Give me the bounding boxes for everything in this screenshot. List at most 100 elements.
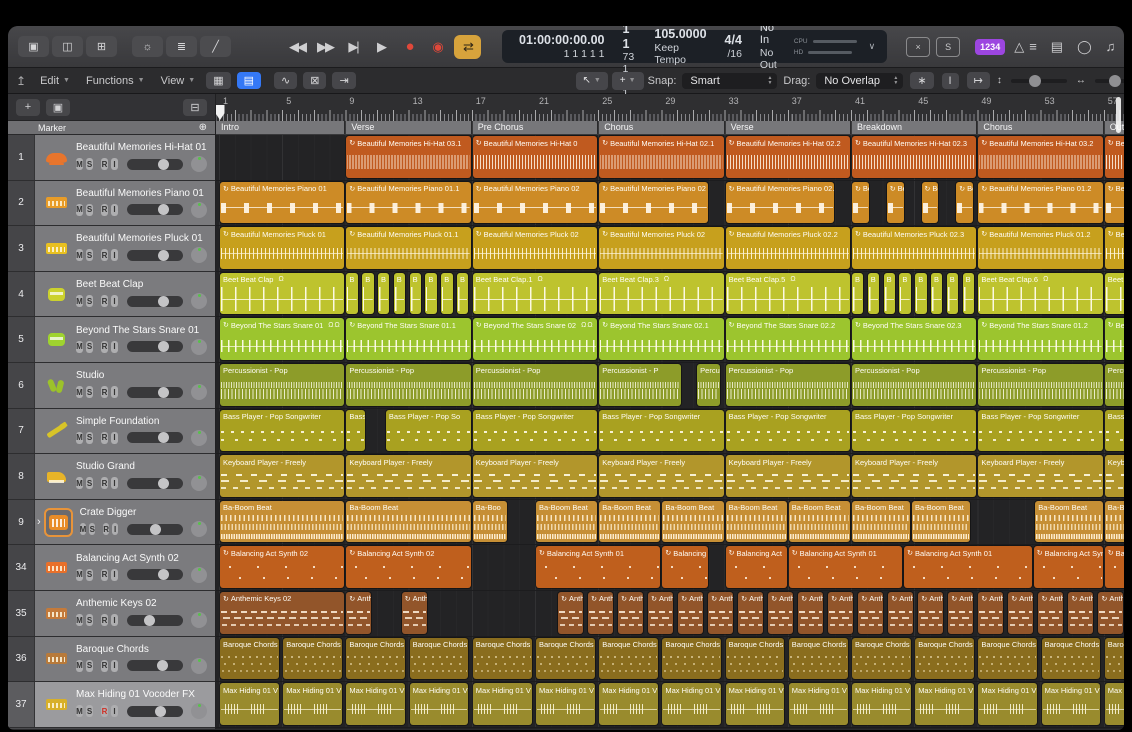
- bar-ruler[interactable]: 159131721252933374145495357: [216, 94, 1124, 122]
- region[interactable]: Keyboard Player - Freely: [852, 455, 976, 497]
- track-lane-1[interactable]: ↻Beautiful Memories Hi-Hat 03.1↻Beautifu…: [216, 135, 1124, 181]
- input-monitor-button[interactable]: I: [112, 523, 118, 535]
- track-name[interactable]: Max Hiding 01 Vocoder FX: [76, 689, 207, 700]
- region[interactable]: ↻Anthe: [888, 592, 913, 634]
- region[interactable]: B: [963, 273, 974, 315]
- region[interactable]: ↻Anthe: [948, 592, 973, 634]
- track-header-9[interactable]: 9›Crate DiggerMSRI: [8, 500, 215, 546]
- notepad-button[interactable]: ▤: [1051, 39, 1063, 55]
- forward-button[interactable]: ▶▶: [314, 35, 336, 59]
- track-lane-37[interactable]: Max Hiding 01 V Max Hiding 01 V Max Hiding…: [216, 682, 1124, 728]
- region[interactable]: B: [425, 273, 436, 315]
- track-header-config-button[interactable]: ⊟: [183, 99, 207, 116]
- region[interactable]: ↻Anthe: [768, 592, 793, 634]
- record-enable-button[interactable]: R: [103, 523, 109, 535]
- volume-knob[interactable]: [158, 387, 169, 398]
- region[interactable]: ↻Beyond The Stars Snare 02.1: [599, 318, 723, 360]
- region[interactable]: Beet Beat Clap.1Ω: [473, 273, 597, 315]
- region[interactable]: ↻Anthe: [978, 592, 1003, 634]
- input-monitor-button[interactable]: I: [111, 204, 118, 216]
- region[interactable]: ↻Beautiful Memories Piano 01.2: [978, 182, 1102, 224]
- region[interactable]: ↻Anthe: [558, 592, 583, 634]
- region[interactable]: ↻Beautiful Memories Piano 02: [599, 182, 708, 224]
- track-header-1[interactable]: 1Beautiful Memories Hi-Hat 01MSRI: [8, 135, 215, 181]
- region[interactable]: Beet Beat Clap.3Ω: [599, 273, 723, 315]
- track-name[interactable]: Beet Beat Clap: [76, 279, 207, 290]
- secondary-tool-menu[interactable]: +▼: [612, 72, 644, 90]
- solo-button[interactable]: S: [86, 249, 93, 261]
- track-lane-34[interactable]: ↻Balancing Act Synth 02↻Balancing Act Sy…: [216, 545, 1124, 591]
- record-enable-button[interactable]: R: [101, 569, 108, 581]
- region[interactable]: B: [899, 273, 910, 315]
- region[interactable]: Baroque Chords: [346, 638, 405, 680]
- volume-slider[interactable]: [127, 296, 183, 307]
- region[interactable]: Ba-Boom Beat: [1105, 501, 1124, 543]
- region[interactable]: ↻Anthe: [798, 592, 823, 634]
- region[interactable]: Percuss: [697, 364, 720, 406]
- region[interactable]: Ba-Boom Beat: [662, 501, 723, 543]
- region[interactable]: Beet Beat ClapΩ: [220, 273, 344, 315]
- region[interactable]: ↻Anthemic Keys 02: [220, 592, 344, 634]
- lcd-display[interactable]: 01:00:00:00.00 1 1 1 1 1 65 1 1 1 73 1 1…: [502, 30, 887, 63]
- count-in-button[interactable]: 1234: [975, 39, 1005, 55]
- track-lane-2[interactable]: ↻Beautiful Memories Piano 01 ↻Beautiful M…: [216, 181, 1124, 227]
- track-header-4[interactable]: 4Beet Beat ClapMSRI: [8, 272, 215, 318]
- marker-pre-chorus[interactable]: Pre Chorus: [473, 121, 598, 134]
- region[interactable]: Ba-Boom Beat: [599, 501, 660, 543]
- volume-knob[interactable]: [157, 660, 168, 671]
- marker-outtro[interactable]: Outtro: [1105, 121, 1124, 134]
- region[interactable]: ↻Be: [887, 182, 904, 224]
- editors-button[interactable]: ╱: [200, 36, 231, 57]
- cycle-button[interactable]: ⇄: [454, 35, 481, 59]
- catch-playhead-button[interactable]: ⇥: [332, 72, 355, 89]
- region[interactable]: ↻Beyond The Stars Snare 01ΩΩ: [220, 318, 344, 360]
- marker-global-track[interactable]: Marker ⊕: [8, 121, 215, 135]
- track-name[interactable]: Studio: [76, 370, 207, 381]
- input-monitor-button[interactable]: I: [111, 341, 118, 353]
- region[interactable]: Max Hiding 01 V: [915, 683, 974, 725]
- apple-loops-button[interactable]: ◯: [1077, 39, 1092, 55]
- region[interactable]: B: [852, 273, 863, 315]
- record-enable-button[interactable]: R: [101, 204, 108, 216]
- region[interactable]: ↻Anthe: [738, 592, 763, 634]
- region[interactable]: Max Hiding 01 V: [473, 683, 532, 725]
- region[interactable]: ↻Beau: [1105, 227, 1124, 269]
- region[interactable]: ↻Beautiful Memories Piano 01: [220, 182, 344, 224]
- track-header-36[interactable]: 36Baroque ChordsMSRI: [8, 637, 215, 683]
- flex-button[interactable]: ⊠: [303, 72, 326, 89]
- mute-button[interactable]: M: [76, 705, 83, 717]
- track-lane-8[interactable]: Keyboard Player - FreelyKeyboard Player …: [216, 454, 1124, 500]
- volume-knob[interactable]: [158, 296, 169, 307]
- pan-knob[interactable]: [191, 703, 207, 719]
- pan-knob[interactable]: [191, 430, 207, 446]
- region[interactable]: B: [931, 273, 942, 315]
- record-enable-button[interactable]: R: [101, 614, 108, 626]
- region[interactable]: Baroque Chords: [915, 638, 974, 680]
- volume-knob[interactable]: [158, 250, 169, 261]
- track-name[interactable]: Beyond The Stars Snare 01: [76, 325, 207, 336]
- volume-slider[interactable]: [127, 204, 183, 215]
- toolbar-toggle-button[interactable]: ⊞: [86, 36, 117, 57]
- tracks-area[interactable]: 159131721252933374145495357 IntroVersePr…: [216, 94, 1124, 729]
- mute-button[interactable]: M: [76, 569, 83, 581]
- region[interactable]: Max Hiding 01 V: [220, 683, 279, 725]
- track-lane-36[interactable]: Baroque ChordsBaroque ChordsBaroque Chor…: [216, 637, 1124, 683]
- region[interactable]: ↻Beautiful Memories Pluck 02: [599, 227, 723, 269]
- region[interactable]: B: [868, 273, 879, 315]
- region[interactable]: B: [346, 273, 357, 315]
- region[interactable]: Bass Pla: [1105, 410, 1124, 452]
- record-enable-button[interactable]: R: [101, 341, 108, 353]
- region[interactable]: ↻Balancing Act: [726, 546, 787, 588]
- region[interactable]: ↻Balancing Act Synth 01: [789, 546, 902, 588]
- mute-button[interactable]: M: [76, 477, 83, 489]
- region[interactable]: ↻Beaut: [1105, 136, 1124, 178]
- region[interactable]: Max Hiding 01 V: [726, 683, 785, 725]
- record-enable-button[interactable]: R: [101, 705, 108, 717]
- region[interactable]: ↻Beautiful Memories Pluck 02.2: [726, 227, 850, 269]
- region[interactable]: Percussionist - Pop: [852, 364, 976, 406]
- volume-knob[interactable]: [158, 204, 169, 215]
- input-monitor-button[interactable]: I: [111, 432, 118, 444]
- solo-button[interactable]: S: [86, 660, 93, 672]
- drag-select[interactable]: No Overlap▲▼: [816, 73, 903, 89]
- region[interactable]: B: [394, 273, 405, 315]
